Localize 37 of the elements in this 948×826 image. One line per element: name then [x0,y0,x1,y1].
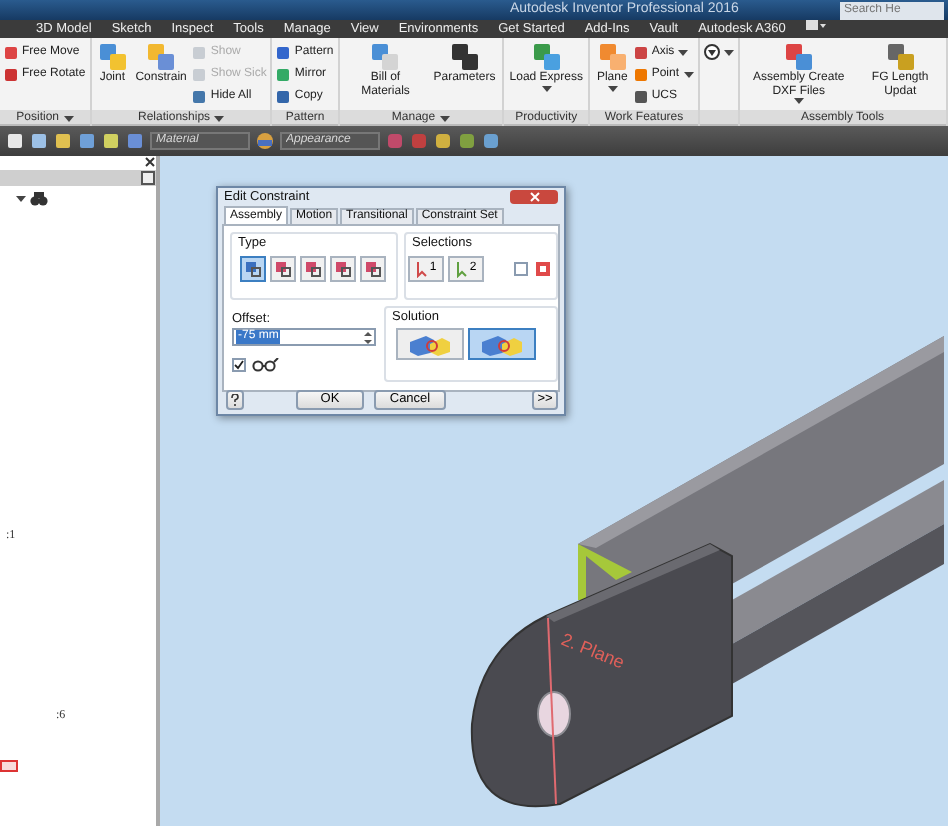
caret-icon[interactable] [607,85,618,91]
constraint-type-button[interactable] [330,256,356,282]
caret-icon[interactable] [678,49,689,55]
ribbon-button[interactable] [703,42,734,62]
pane-menu-icon[interactable] [140,170,156,186]
close-button[interactable] [510,190,558,204]
caret-icon[interactable] [16,196,26,202]
appearance-icon[interactable] [256,132,274,150]
blocks-icon [478,332,526,356]
constraint-type-button[interactable] [360,256,386,282]
highlight-marker-icon [0,760,18,772]
constraint-type-button[interactable] [300,256,326,282]
constraint-type-button[interactable] [240,256,266,282]
search-icon[interactable] [30,192,48,206]
help-icon [230,394,240,406]
constraint-type-button[interactable] [270,256,296,282]
caret-icon[interactable] [723,49,734,55]
checkbox[interactable] [514,262,528,276]
blocks-icon [406,332,454,356]
spinner-icon[interactable] [364,331,372,343]
solution-button[interactable] [468,328,536,360]
close-icon[interactable] [144,156,156,168]
caret-icon[interactable] [793,98,804,104]
caret-icon[interactable] [439,115,450,121]
checkbox[interactable] [232,358,246,372]
caret-icon[interactable] [541,85,552,91]
caret-icon[interactable] [63,115,74,121]
close-icon [529,192,539,202]
plane-label: 2. Plane [558,629,628,673]
window-menu-icon[interactable] [805,20,826,30]
caret-icon[interactable] [214,115,225,121]
help-button[interactable] [226,390,244,410]
solution-button[interactable] [396,328,464,360]
glasses-icon [252,358,280,372]
pick-part-icon[interactable] [534,260,552,278]
filter-icon [703,44,720,60]
caret-icon[interactable] [683,71,694,77]
